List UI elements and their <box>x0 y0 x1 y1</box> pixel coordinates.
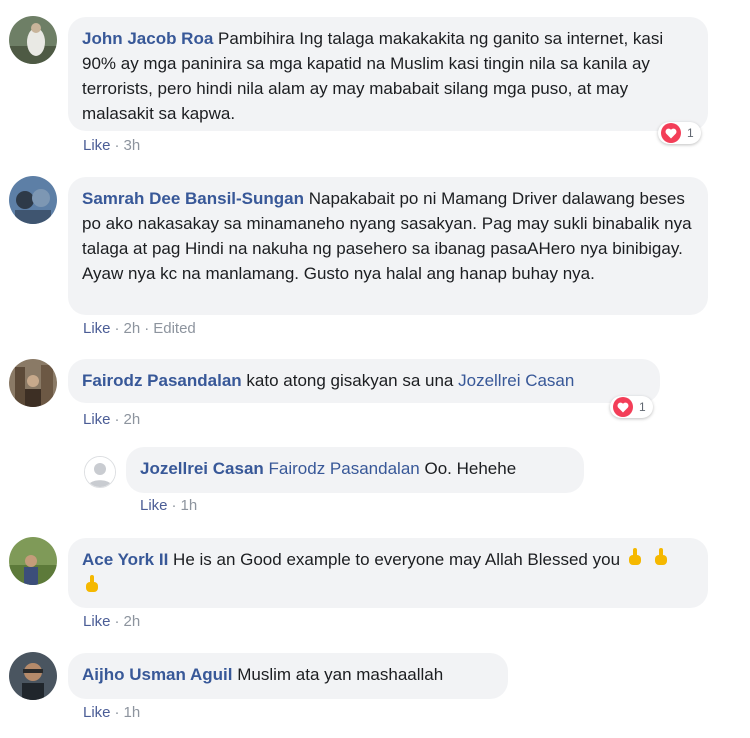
mention-link[interactable]: Jozellrei Casan <box>458 371 574 390</box>
comment-time[interactable]: 1h <box>124 704 141 721</box>
pointing-up-hand-emoji <box>625 547 645 574</box>
like-link[interactable]: Like <box>83 320 111 337</box>
avatar[interactable] <box>9 537 57 585</box>
comment-text: Muslim ata yan mashaallah <box>237 665 444 684</box>
reaction-count[interactable]: 1 <box>658 122 701 144</box>
reaction-number: 1 <box>639 400 646 414</box>
comment-author[interactable]: Aijho Usman Aguil <box>82 665 233 684</box>
reply-bubble: Jozellrei Casan Fairodz Pasandalan Oo. H… <box>126 447 584 493</box>
comment-time[interactable]: 2h <box>124 320 141 337</box>
comment-actions: Like · 1h <box>140 497 198 514</box>
pointing-up-hand-emoji <box>651 547 671 574</box>
like-link[interactable]: Like <box>83 704 111 721</box>
comment-actions: Like · 1h <box>83 704 141 721</box>
comment-bubble: Samrah Dee Bansil-Sungan Napakabait po n… <box>68 177 708 315</box>
comment-bubble: John Jacob Roa Pambihira Ing talaga maka… <box>68 17 708 131</box>
heart-love-icon <box>661 123 681 143</box>
comment-time[interactable]: 3h <box>124 137 141 154</box>
comment-text: He is an Good example to everyone may Al… <box>173 550 621 569</box>
comment-text: kato atong gisakyan sa una <box>246 371 454 390</box>
comment-author[interactable]: Fairodz Pasandalan <box>82 371 242 390</box>
comment-author[interactable]: Jozellrei Casan <box>140 459 264 478</box>
like-link[interactable]: Like <box>83 137 111 154</box>
comment-text: Oo. Hehehe <box>424 459 517 478</box>
avatar[interactable] <box>9 359 57 407</box>
like-link[interactable]: Like <box>140 497 168 514</box>
comment-author[interactable]: John Jacob Roa <box>82 29 213 48</box>
comment-time[interactable]: 1h <box>181 497 198 514</box>
mention-link[interactable]: Fairodz Pasandalan <box>269 459 420 478</box>
heart-love-icon <box>613 397 633 417</box>
reaction-count[interactable]: 1 <box>610 396 653 418</box>
comment-author[interactable]: Samrah Dee Bansil-Sungan <box>82 189 304 208</box>
comment-actions: Like · 2h · Edited <box>83 320 196 337</box>
avatar[interactable] <box>9 652 57 700</box>
comment-actions: Like · 3h <box>83 137 141 154</box>
comment-time[interactable]: 2h <box>124 411 141 428</box>
avatar[interactable] <box>9 176 57 224</box>
comment-actions: Like · 2h <box>83 411 141 428</box>
default-user-silhouette-icon[interactable] <box>84 456 116 488</box>
comment-bubble: Aijho Usman Aguil Muslim ata yan mashaal… <box>68 653 508 699</box>
comment-bubble: Fairodz Pasandalan kato atong gisakyan s… <box>68 359 660 403</box>
avatar[interactable] <box>9 16 57 64</box>
edited-label[interactable]: Edited <box>153 320 196 337</box>
like-link[interactable]: Like <box>83 613 111 630</box>
comment-time[interactable]: 2h <box>124 613 141 630</box>
reaction-number: 1 <box>687 126 694 140</box>
like-link[interactable]: Like <box>83 411 111 428</box>
comment-author[interactable]: Ace York II <box>82 550 168 569</box>
comment-actions: Like · 2h <box>83 613 141 630</box>
pointing-up-hand-emoji <box>82 574 102 601</box>
comment-bubble: Ace York II He is an Good example to eve… <box>68 538 708 608</box>
